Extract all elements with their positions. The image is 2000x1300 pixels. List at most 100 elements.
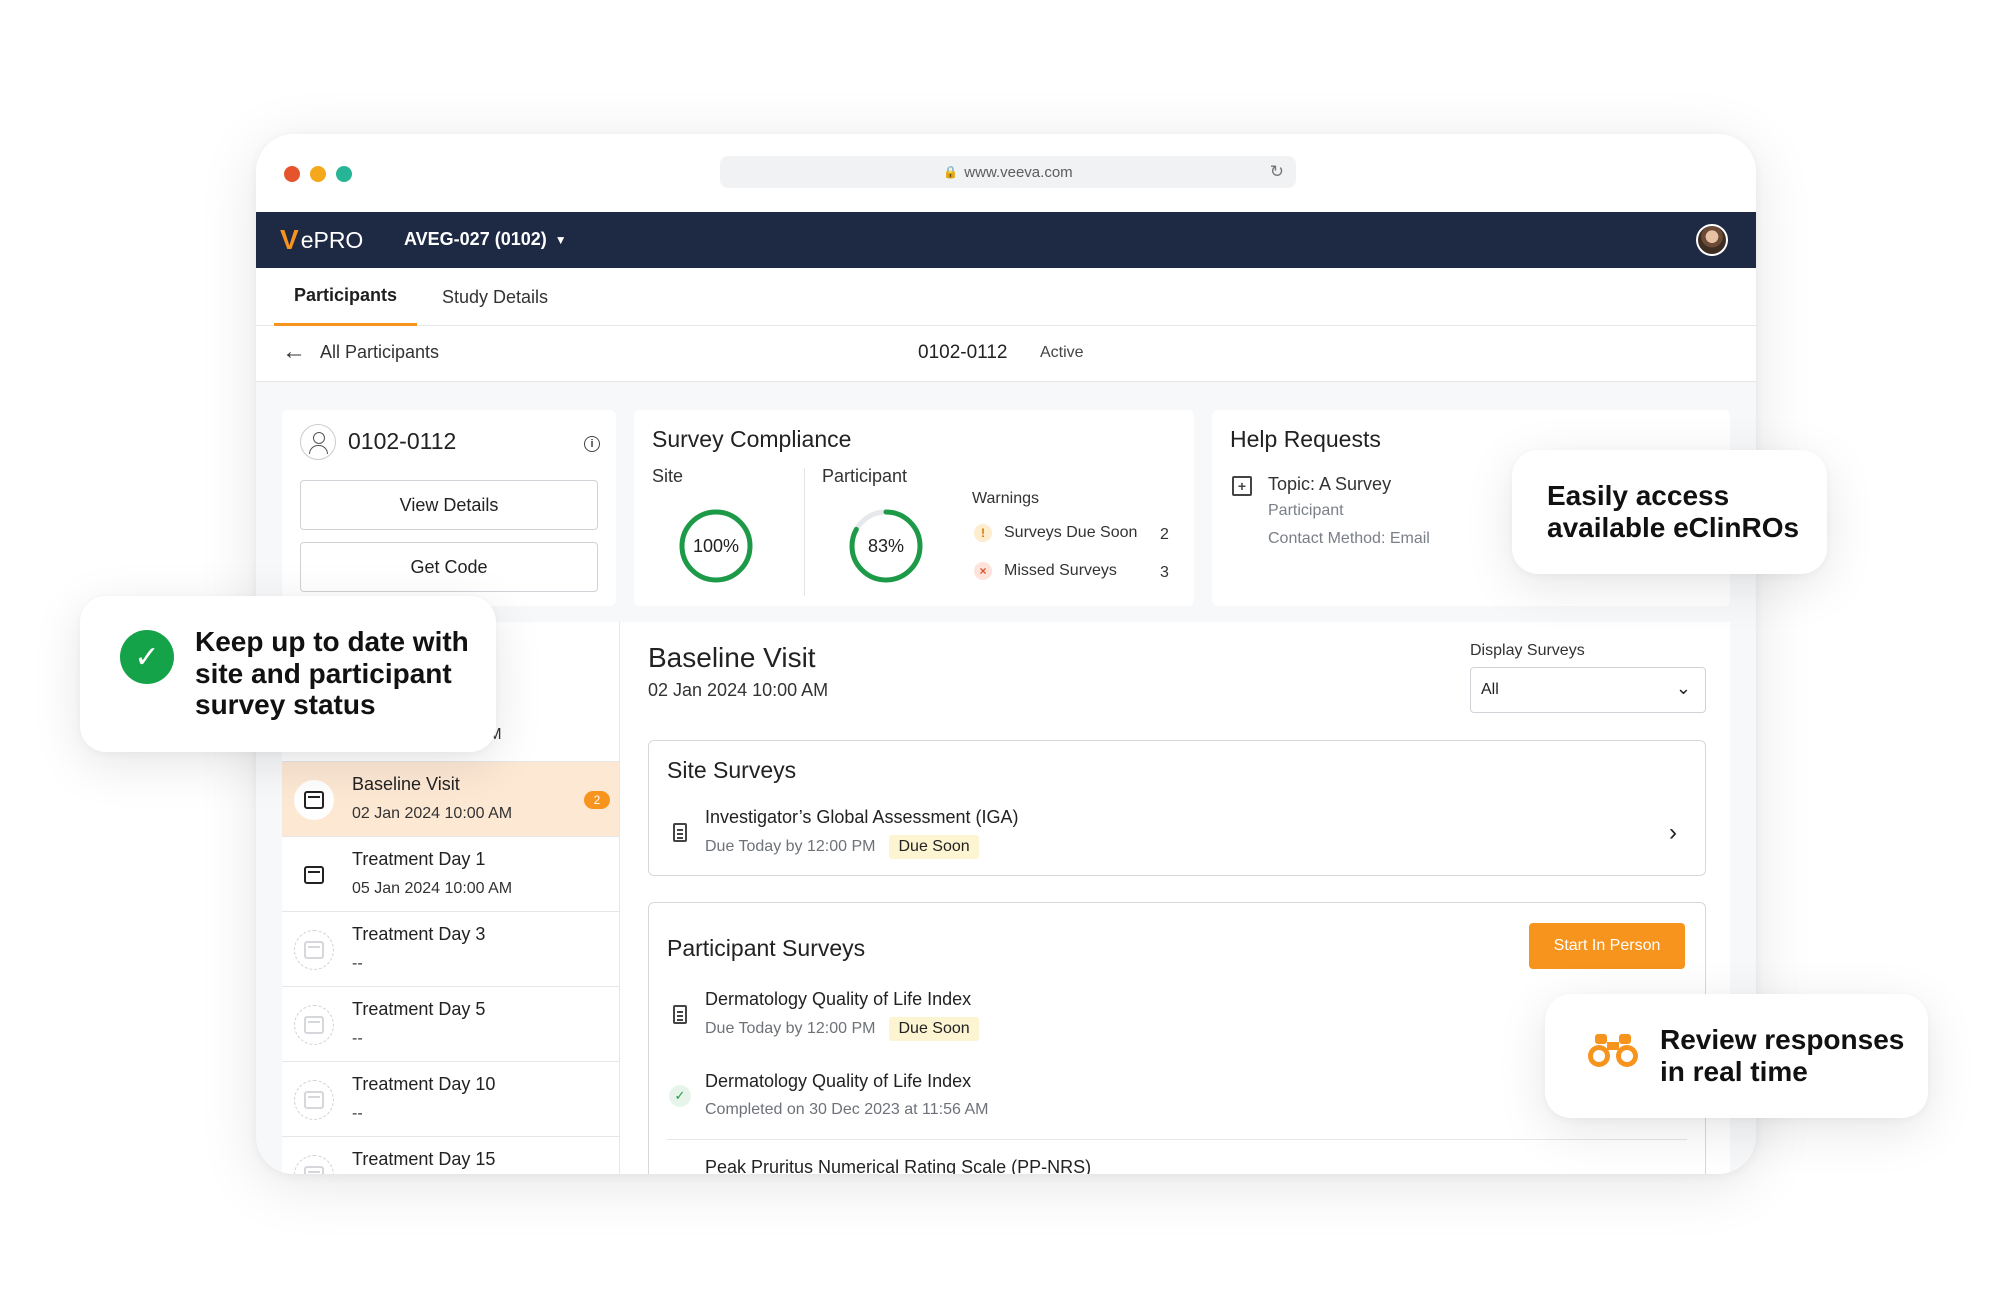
survey-divider — [667, 1139, 1687, 1140]
survey-name[interactable]: Peak Pruritus Numerical Rating Scale (PP… — [705, 1157, 1091, 1174]
address-bar[interactable]: 🔒 www.veeva.com ↻ — [720, 156, 1296, 188]
calendar-icon — [304, 1016, 324, 1034]
study-selector[interactable]: AVEG-027 (0102) ▼ — [404, 229, 567, 250]
visit-date: -- — [352, 1030, 363, 1047]
visit-title: Baseline Visit — [648, 642, 816, 673]
participant-card-id: 0102-0112 — [348, 428, 457, 454]
visit-item-treatment-day-15[interactable]: Treatment Day 15 — [282, 1137, 619, 1174]
back-to-all-participants[interactable]: ← All Participants — [282, 340, 439, 364]
warning-missed[interactable]: × Missed Surveys — [974, 562, 1117, 580]
visit-item-treatment-day-10[interactable]: Treatment Day 10 -- — [282, 1062, 619, 1137]
minimize-dot-icon[interactable] — [310, 166, 326, 182]
warning-count: 3 — [1160, 564, 1169, 581]
visit-name: Treatment Day 3 — [352, 924, 486, 944]
calendar-icon — [304, 791, 324, 809]
reload-icon[interactable]: ↻ — [1270, 162, 1284, 182]
close-dot-icon[interactable] — [284, 166, 300, 182]
visit-icon — [294, 855, 334, 895]
exclamation-icon: ! — [974, 524, 992, 542]
survey-due-row: Due Today by 12:00 PM Due Soon — [705, 1017, 979, 1041]
participant-card: 0102-0112 i View Details Get Code — [282, 410, 616, 606]
get-code-button[interactable]: Get Code — [300, 542, 598, 592]
visit-date: -- — [352, 955, 363, 972]
warning-count: 2 — [1160, 526, 1169, 543]
arrow-left-icon: ← — [282, 338, 306, 365]
site-compliance-value: 100% — [692, 535, 740, 556]
warning-due-soon[interactable]: ! Surveys Due Soon — [974, 524, 1137, 542]
check-circle-icon: ✓ — [120, 630, 174, 684]
visit-name: Baseline Visit — [352, 774, 460, 794]
display-surveys-select[interactable]: All ⌄ — [1470, 667, 1706, 713]
display-surveys-value: All — [1481, 681, 1499, 698]
participant-bar: ← All Participants 0102-0112 Active — [256, 326, 1756, 382]
participant-id-header: 0102-0112 — [918, 342, 1008, 363]
compliance-divider — [804, 468, 805, 596]
callout-realtime-text: Review responses in real time — [1660, 1024, 1905, 1087]
help-topic[interactable]: Topic: A Survey — [1268, 474, 1391, 495]
participant-compliance-ring: 83% — [848, 508, 924, 584]
survey-compliance-card: Survey Compliance Site 100% Participant — [634, 410, 1194, 606]
visit-icon — [294, 1005, 334, 1045]
view-details-button[interactable]: View Details — [300, 480, 598, 530]
binoculars-icon — [1588, 1034, 1638, 1067]
compliance-title: Survey Compliance — [652, 426, 852, 452]
logo-text: ePRO — [300, 226, 364, 253]
callout-eclinros-text: Easily access available eClinROs — [1547, 480, 1800, 543]
due-soon-tag: Due Soon — [889, 1017, 979, 1041]
survey-name[interactable]: Dermatology Quality of Life Index — [705, 1071, 971, 1092]
survey-name[interactable]: Dermatology Quality of Life Index — [705, 989, 971, 1010]
window-controls — [284, 166, 352, 182]
tab-participants[interactable]: Participants — [274, 268, 418, 326]
x-icon: × — [974, 562, 992, 580]
survey-completed: Completed on 30 Dec 2023 at 11:56 AM — [705, 1101, 989, 1118]
participant-surveys-title: Participant Surveys — [667, 935, 866, 961]
user-avatar[interactable] — [1696, 224, 1728, 256]
visit-date-detail: 02 Jan 2024 10:00 AM — [648, 680, 829, 700]
warning-label: Surveys Due Soon — [1004, 524, 1138, 541]
site-label: Site — [652, 466, 684, 486]
help-contact: Contact Method: Email — [1268, 530, 1430, 547]
survey-due: Due Today by 12:00 PM — [705, 838, 876, 855]
back-label: All Participants — [320, 341, 440, 362]
callout-realtime: Review responses in real time — [1545, 994, 1928, 1118]
chevron-down-icon: ⌄ — [1675, 678, 1691, 698]
visit-item-treatment-day-1[interactable]: Treatment Day 1 05 Jan 2024 10:00 AM — [282, 837, 619, 912]
display-surveys-label: Display Surveys — [1470, 642, 1585, 659]
clipboard-icon — [673, 1005, 687, 1024]
epro-logo[interactable]: V ePRO — [280, 224, 363, 256]
browser-chrome: 🔒 www.veeva.com ↻ — [256, 134, 1756, 212]
participant-status: Active — [1040, 344, 1084, 361]
site-surveys-card: Site Surveys Investigator’s Global Asses… — [648, 740, 1706, 876]
calendar-icon — [304, 1166, 324, 1174]
visit-icon — [294, 930, 334, 970]
site-surveys-title: Site Surveys — [667, 757, 797, 783]
survey-due-row: Due Today by 12:00 PM Due Soon — [705, 835, 979, 859]
visit-item-baseline[interactable]: Baseline Visit 02 Jan 2024 10:00 AM 2 — [282, 762, 619, 837]
visit-badge: 2 — [584, 791, 610, 809]
participant-compliance-value: 83% — [867, 535, 905, 556]
help-request-icon: + — [1232, 476, 1252, 496]
info-icon[interactable]: i — [584, 436, 600, 452]
visit-date: 02 Jan 2024 10:00 AM — [352, 805, 513, 822]
start-in-person-button[interactable]: Start In Person — [1529, 923, 1685, 969]
visit-item-treatment-day-3[interactable]: Treatment Day 3 -- — [282, 912, 619, 987]
help-role: Participant — [1268, 502, 1344, 519]
tab-bar: Participants Study Details — [256, 268, 1756, 326]
help-title: Help Requests — [1230, 426, 1381, 452]
visit-icon — [294, 1080, 334, 1120]
maximize-dot-icon[interactable] — [336, 166, 352, 182]
visit-item-treatment-day-5[interactable]: Treatment Day 5 -- — [282, 987, 619, 1062]
due-soon-tag: Due Soon — [889, 835, 979, 859]
chevron-down-icon: ▼ — [554, 232, 567, 247]
chevron-right-icon[interactable]: › — [1669, 819, 1677, 847]
url-text: www.veeva.com — [964, 163, 1073, 181]
visit-name: Treatment Day 10 — [352, 1074, 496, 1094]
person-icon — [300, 424, 336, 460]
tab-study-details[interactable]: Study Details — [442, 268, 548, 326]
calendar-icon — [304, 941, 324, 959]
survey-name[interactable]: Investigator’s Global Assessment (IGA) — [705, 807, 1018, 828]
logo-v-mark: V — [280, 224, 299, 255]
warnings-title: Warnings — [972, 490, 1039, 507]
check-circle-icon: ✓ — [669, 1085, 691, 1107]
lock-icon: 🔒 — [943, 165, 959, 179]
